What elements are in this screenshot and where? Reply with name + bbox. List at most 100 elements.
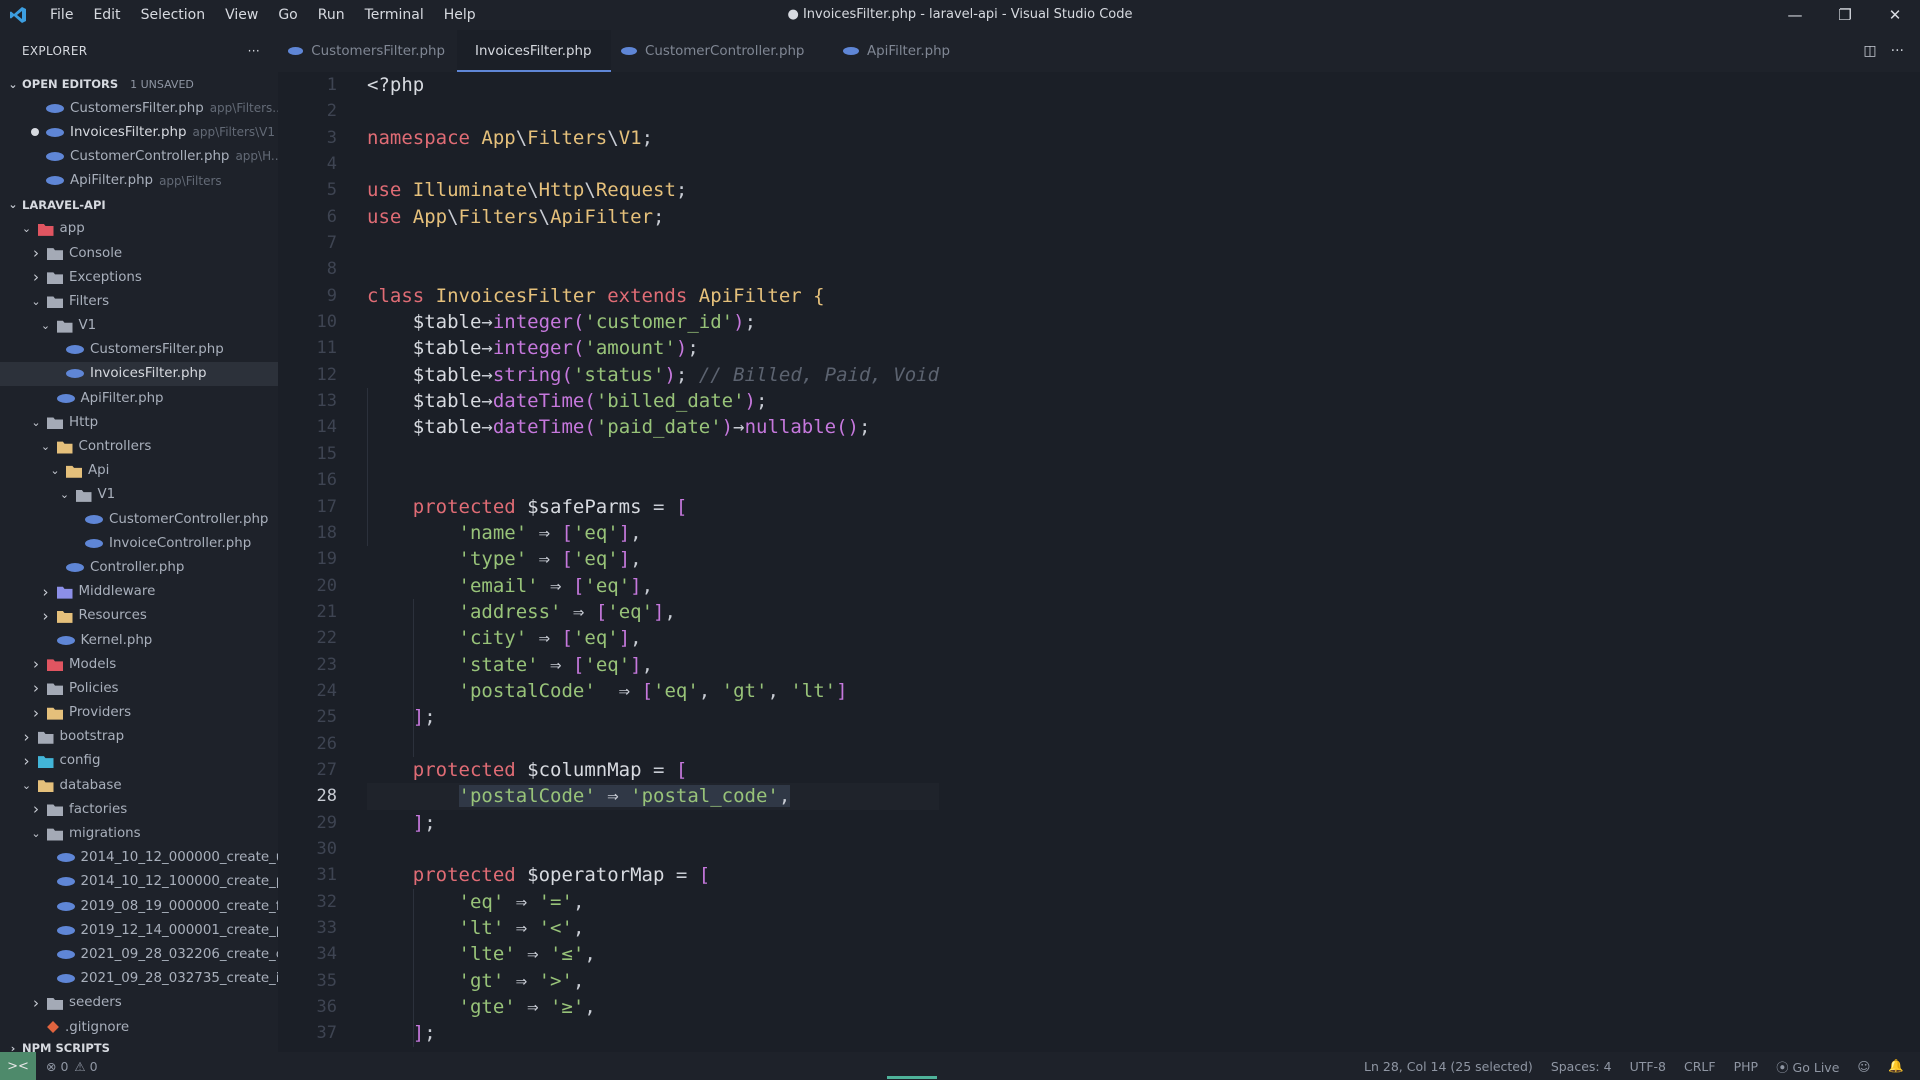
code-token: ; [424, 706, 436, 729]
line-number: 24 [316, 680, 337, 701]
code-line: 'city' ⇒ ['eq'], [367, 625, 939, 651]
close-button[interactable]: ✕ [1870, 0, 1920, 30]
tree-file[interactable]: 2021_09_28_032735_create_i... [0, 967, 278, 991]
tree-folder[interactable]: ⌄ Controllers [0, 434, 278, 458]
open-editor-item[interactable]: ApiFilter.php app\Filters [0, 169, 278, 193]
tree-file[interactable]: 2021_09_28_032206_create_c... [0, 942, 278, 966]
go-live-button[interactable]: ⦿ Go Live [1776, 1057, 1839, 1076]
open-editor-item[interactable]: InvoicesFilter.php app\Filters\V1 [0, 120, 278, 144]
tab-apifilter[interactable]: ApiFilter.php [833, 30, 993, 72]
feedback-icon[interactable]: ☺ [1857, 1059, 1870, 1074]
line-number: 28 [316, 786, 337, 807]
tab-invoicesfilter[interactable]: InvoicesFilter.php [457, 30, 611, 72]
tree-folder[interactable]: ⌄ migrations [0, 821, 278, 845]
tree-folder[interactable]: ⌄ database [0, 773, 278, 797]
tree-folder[interactable]: › factories [0, 797, 278, 821]
line-number: 2 [326, 101, 337, 122]
tree-file[interactable]: 2019_12_14_000001_create_p... [0, 918, 278, 942]
open-editor-name: CustomerController.php [70, 148, 230, 164]
remote-indicator-icon[interactable]: >< [0, 1052, 36, 1080]
tree-folder[interactable]: › config [0, 749, 278, 773]
tab-customersfilter[interactable]: CustomersFilter.php [278, 30, 457, 72]
tree-folder[interactable]: › Providers [0, 701, 278, 725]
more-actions-icon[interactable]: ··· [248, 44, 260, 58]
open-editor-item[interactable]: CustomersFilter.php app\Filters... [0, 96, 278, 120]
tree-folder[interactable]: › Exceptions [0, 265, 278, 289]
indentation[interactable]: Spaces: 4 [1551, 1059, 1612, 1074]
tree-folder[interactable]: ⌄ Api [0, 459, 278, 483]
tree-folder[interactable]: › bootstrap [0, 725, 278, 749]
code-token: 'type' [458, 548, 539, 571]
code-token: 'lte' [458, 943, 528, 966]
more-actions-icon[interactable]: ··· [1891, 43, 1904, 59]
chevron-down-icon: ⌄ [21, 222, 32, 236]
tree-item-label: Console [69, 245, 123, 261]
code-token: $table [412, 363, 482, 386]
code-token: ( [572, 311, 585, 334]
open-editors-header[interactable]: ⌄ OPEN EDITORS 1 UNSAVED [0, 72, 278, 96]
tree-file[interactable]: InvoicesFilter.php [0, 361, 278, 387]
code-token: integer [492, 311, 573, 334]
tree-folder[interactable]: › seeders [0, 991, 278, 1015]
chevron-down-icon: ⌄ [21, 778, 32, 792]
split-editor-icon[interactable]: ◫ [1863, 43, 1876, 59]
menu-run[interactable]: Run [308, 0, 355, 30]
code-token: 'customer_id' [584, 311, 734, 334]
language-mode[interactable]: PHP [1734, 1059, 1758, 1074]
tree-folder[interactable]: › Console [0, 241, 278, 265]
tree-folder[interactable]: ⌄ V1 [0, 483, 278, 507]
tree-folder[interactable]: › Resources [0, 604, 278, 628]
tree-file[interactable]: 2014_10_12_000000_create_u... [0, 846, 278, 870]
code-token: 'eq' [458, 890, 516, 913]
encoding[interactable]: UTF-8 [1630, 1059, 1666, 1074]
tab-list: CustomersFilter.php InvoicesFilter.php Cus… [278, 30, 993, 72]
code-token: 'eq' [653, 679, 699, 702]
menu-go[interactable]: Go [268, 0, 307, 30]
tab-customercontroller[interactable]: CustomerController.php [611, 30, 833, 72]
folder-icon [47, 417, 63, 430]
npm-scripts-header[interactable]: › NPM SCRIPTS [0, 1036, 278, 1052]
line-number: 4 [326, 154, 337, 175]
minimize-button[interactable]: — [1770, 0, 1820, 30]
chevron-right-icon: › [33, 993, 39, 1012]
menu-edit[interactable]: Edit [83, 0, 130, 30]
end-of-line[interactable]: CRLF [1684, 1059, 1716, 1074]
tree-file[interactable]: ApiFilter.php [0, 386, 278, 410]
tree-folder[interactable]: ⌄ V1 [0, 314, 278, 338]
tree-file[interactable]: CustomerController.php [0, 507, 278, 531]
problems-indicator[interactable]: ⊗ 0 ⚠ 0 [46, 1059, 98, 1074]
code-editor[interactable]: 1 2 3 4 5 6 7 8 9 10 11 12 13 14 15 16 17 18 19 20 21 22 23 24 2… [278, 72, 1920, 1052]
menu-file[interactable]: File [40, 0, 83, 30]
open-editor-item[interactable]: CustomerController.php app\H... [0, 144, 278, 168]
folder-icon [47, 659, 63, 672]
notifications-bell-icon[interactable]: 🔔 [1888, 1058, 1904, 1074]
tree-folder[interactable]: ⌄ app [0, 217, 278, 241]
tree-file[interactable]: InvoiceController.php [0, 531, 278, 555]
tree-file[interactable]: Kernel.php [0, 628, 278, 652]
tree-file[interactable]: CustomersFilter.php [0, 338, 278, 362]
tree-folder[interactable]: › Policies [0, 676, 278, 700]
code-token: ApiFilter [550, 205, 654, 228]
tree-file[interactable]: 2019_08_19_000000_create_f... [0, 894, 278, 918]
restore-button[interactable]: ❐ [1820, 0, 1870, 30]
tree-folder[interactable]: ⌄ Http [0, 410, 278, 434]
tree-folder[interactable]: › Middleware [0, 580, 278, 604]
menu-view[interactable]: View [215, 0, 268, 30]
tree-folder[interactable]: ⌄ Filters [0, 289, 278, 313]
tree-folder[interactable]: › Models [0, 652, 278, 676]
code-line: class InvoicesFilter extends ApiFilter { [367, 283, 939, 309]
tree-file[interactable]: 2014_10_12_100000_create_p... [0, 870, 278, 894]
tree-file[interactable]: Controller.php [0, 555, 278, 579]
menu-selection[interactable]: Selection [131, 0, 216, 30]
project-header[interactable]: ⌄ LARAVEL-API [0, 193, 278, 217]
code-token: = [675, 864, 699, 887]
code-token: ] [630, 574, 642, 597]
warnings-count: ⚠ 0 [74, 1058, 98, 1074]
line-number: 35 [316, 970, 337, 991]
cursor-position[interactable]: Ln 28, Col 14 (25 selected) [1364, 1059, 1533, 1074]
menu-terminal[interactable]: Terminal [355, 0, 434, 30]
menu-help[interactable]: Help [434, 0, 486, 30]
code-token: $operatorMap [527, 864, 676, 887]
code-token: 'eq' [584, 574, 631, 597]
